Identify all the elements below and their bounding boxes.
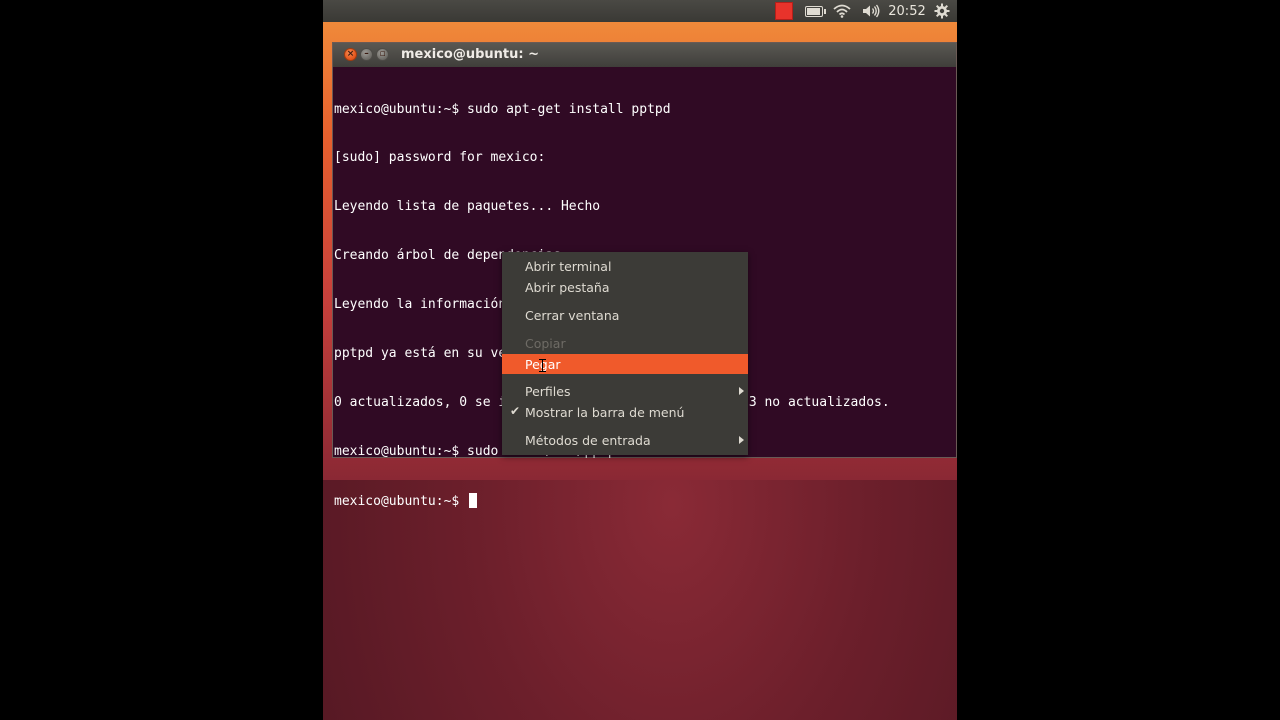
minimize-icon: – [364, 49, 369, 59]
menu-item-metodos-entrada[interactable]: Métodos de entrada [502, 430, 748, 451]
terminal-window[interactable]: × – ▫ mexico@ubuntu: ~ mexico@ubuntu:~$ … [332, 42, 957, 509]
menu-item-label: Cerrar ventana [525, 308, 620, 323]
minimize-button[interactable]: – [360, 48, 373, 61]
menu-item-perfiles[interactable]: Perfiles [502, 381, 748, 402]
clock[interactable]: 20:52 [887, 0, 927, 22]
menu-item-label: Perfiles [525, 384, 571, 399]
menu-item-label: Métodos de entrada [525, 433, 651, 448]
terminal-titlebar[interactable]: × – ▫ mexico@ubuntu: ~ [333, 43, 956, 67]
menu-item-pegar[interactable]: Pegar [502, 354, 748, 374]
text-cursor [469, 492, 478, 508]
gear-icon[interactable] [931, 0, 953, 22]
menu-item-label: Abrir terminal [525, 259, 612, 274]
window-title: mexico@ubuntu: ~ [401, 47, 539, 62]
close-button[interactable]: × [344, 48, 357, 61]
close-icon: × [346, 49, 355, 59]
menu-item-label: Copiar [525, 336, 566, 351]
menu-item-cerrar-ventana[interactable]: Cerrar ventana [502, 305, 748, 326]
submenu-arrow-icon [739, 387, 744, 395]
terminal-prompt: mexico@ubuntu:~$ [334, 493, 468, 509]
terminal-line: [sudo] password for mexico: [334, 150, 546, 166]
volume-icon[interactable] [860, 0, 882, 22]
terminal-line: Leyendo lista de paquetes... Hecho [334, 199, 601, 215]
context-menu: Abrir terminal Abrir pestaña Cerrar vent… [502, 252, 748, 455]
menu-item-abrir-pestana[interactable]: Abrir pestaña [502, 277, 748, 298]
wifi-icon[interactable] [831, 0, 853, 22]
terminal-line: mexico@ubuntu:~$ sudo apt-get install pp… [334, 101, 671, 117]
terminal-prompt-line: mexico@ubuntu:~$ [334, 492, 956, 509]
menu-item-mostrar-barra-menu[interactable]: ✔ Mostrar la barra de menú [502, 402, 748, 423]
maximize-button[interactable]: ▫ [376, 48, 389, 61]
menu-item-abrir-terminal[interactable]: Abrir terminal [502, 256, 748, 277]
maximize-icon: ▫ [379, 49, 386, 59]
menu-item-label: Abrir pestaña [525, 280, 610, 295]
submenu-arrow-icon [739, 436, 744, 444]
top-panel: 20:52 [323, 0, 957, 22]
indicator-red-square-icon[interactable] [774, 0, 794, 22]
menu-item-label: Mostrar la barra de menú [525, 405, 685, 420]
battery-icon[interactable] [803, 0, 826, 22]
checkmark-icon: ✔ [510, 404, 521, 418]
mouse-ibeam-cursor-icon [538, 359, 547, 372]
menu-item-copiar: Copiar [502, 333, 748, 354]
desktop-screen: 20:52 × – ▫ mexico@ubuntu: ~ mexico@ubun… [323, 0, 957, 720]
